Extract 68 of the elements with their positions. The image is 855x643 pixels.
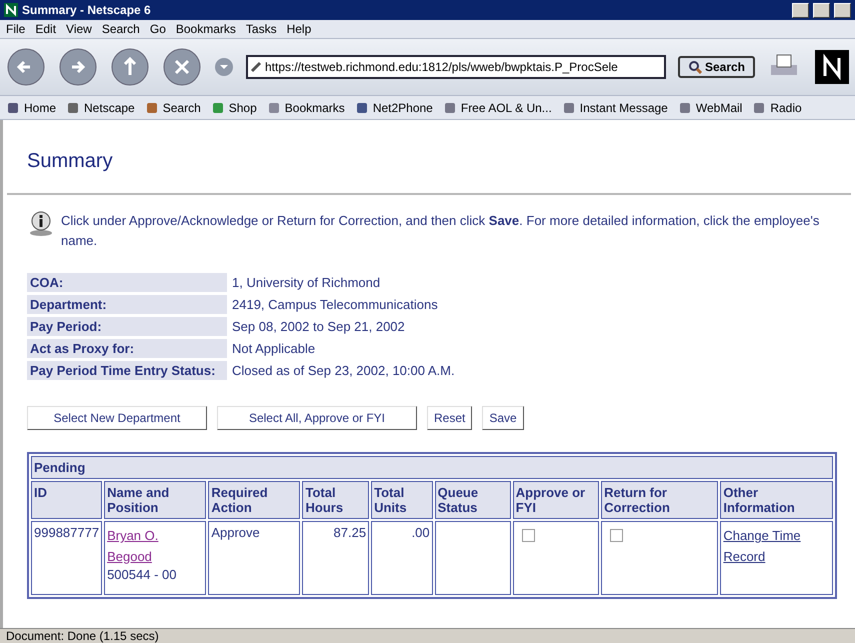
detail-value: Not Applicable (231, 340, 316, 358)
detail-value: Sep 08, 2002 to Sep 21, 2002 (231, 318, 406, 336)
bookmark-item[interactable]: Home (6, 100, 56, 114)
detail-label: Department: (27, 295, 227, 314)
column-header: Total Units (371, 481, 433, 519)
table-cell: Approve (208, 521, 300, 595)
column-header: Name and Position (104, 481, 206, 519)
detail-value: Closed as of Sep 23, 2002, 10:00 A.M. (231, 362, 456, 380)
return-checkbox[interactable] (610, 529, 624, 542)
position-text: 500544 - 00 (107, 567, 176, 582)
table-cell: .00 (371, 521, 433, 595)
address-field[interactable]: https://testweb.richmond.edu:1812/pls/wweb/bwpktais.P_ProcSele (246, 55, 666, 79)
minimize-button[interactable] (792, 2, 809, 18)
close-button[interactable] (834, 2, 851, 18)
column-header: Approve or FYI (512, 481, 600, 519)
status-text: Document: Done (1.15 secs) (6, 629, 159, 643)
bookmark-item[interactable]: Radio (752, 100, 802, 114)
forward-button[interactable] (58, 47, 98, 87)
menu-item[interactable]: Edit (35, 22, 56, 36)
instruction-text: Click under Approve/Acknowledge or Return for Correction, and then click Save. For more detailed information, click the employee's name. (61, 212, 820, 250)
form-button[interactable]: Select All, Approve or FYI (217, 406, 417, 430)
menu-item[interactable]: File (6, 22, 26, 36)
column-header: Return for Correction (601, 481, 718, 519)
approve-checkbox[interactable] (522, 529, 535, 542)
column-header: Other Information (720, 481, 833, 519)
bookmark-item[interactable]: Search (144, 100, 201, 114)
bookmark-item[interactable]: Bookmarks (266, 100, 345, 114)
bookmark-item[interactable]: Netscape (66, 100, 135, 114)
menu-item[interactable]: View (66, 22, 92, 36)
bookmark-item[interactable]: Net2Phone (354, 100, 433, 114)
window-title: Summary - Netscape 6 (22, 3, 152, 17)
column-header: ID (31, 481, 102, 519)
stop-button[interactable] (162, 47, 202, 87)
detail-label: COA: (27, 273, 227, 292)
reload-button[interactable] (110, 47, 150, 87)
page-heading: Summary (27, 150, 114, 173)
dropdown-icon[interactable] (214, 57, 234, 77)
detail-value: 2419, Campus Telecommunications (231, 296, 439, 314)
table-cell: 87.25 (302, 521, 370, 595)
back-button[interactable] (6, 47, 46, 87)
detail-label: Pay Period: (27, 317, 227, 336)
netscape-logo-icon (815, 50, 849, 84)
maximize-button[interactable] (813, 2, 830, 18)
column-header: Queue Status (434, 481, 511, 519)
bookmark-item[interactable]: Free AOL & Un... (442, 100, 552, 114)
column-header: Required Action (208, 481, 300, 519)
menu-item[interactable]: Search (102, 22, 140, 36)
menu-item[interactable]: Help (286, 22, 312, 36)
table-cell: 999887777 (31, 521, 102, 595)
search-button[interactable]: Search (678, 56, 755, 78)
bookmark-item[interactable]: WebMail (678, 100, 742, 114)
table-title: Pending (31, 456, 833, 479)
detail-value: 1, University of Richmond (231, 274, 382, 292)
form-button[interactable]: Select New Department (27, 406, 207, 430)
info-icon (27, 211, 55, 237)
form-button[interactable]: Save (482, 406, 524, 430)
detail-label: Act as Proxy for: (27, 339, 227, 358)
employee-link[interactable]: Bryan O. Begood (107, 525, 204, 567)
column-header: Total Hours (302, 481, 370, 519)
bookmark-item[interactable]: Instant Message (562, 100, 668, 114)
url-text: https://testweb.richmond.edu:1812/pls/wweb/bwpktais.P_ProcSele (265, 60, 619, 74)
menu-item[interactable]: Go (150, 22, 166, 36)
menu-item[interactable]: Tasks (246, 22, 277, 36)
form-button[interactable]: Reset (427, 406, 472, 430)
netscape-logo-icon (4, 3, 18, 17)
bookmark-item[interactable]: Shop (210, 100, 257, 114)
menu-item[interactable]: Bookmarks (176, 22, 236, 36)
detail-label: Pay Period Time Entry Status: (27, 361, 227, 380)
